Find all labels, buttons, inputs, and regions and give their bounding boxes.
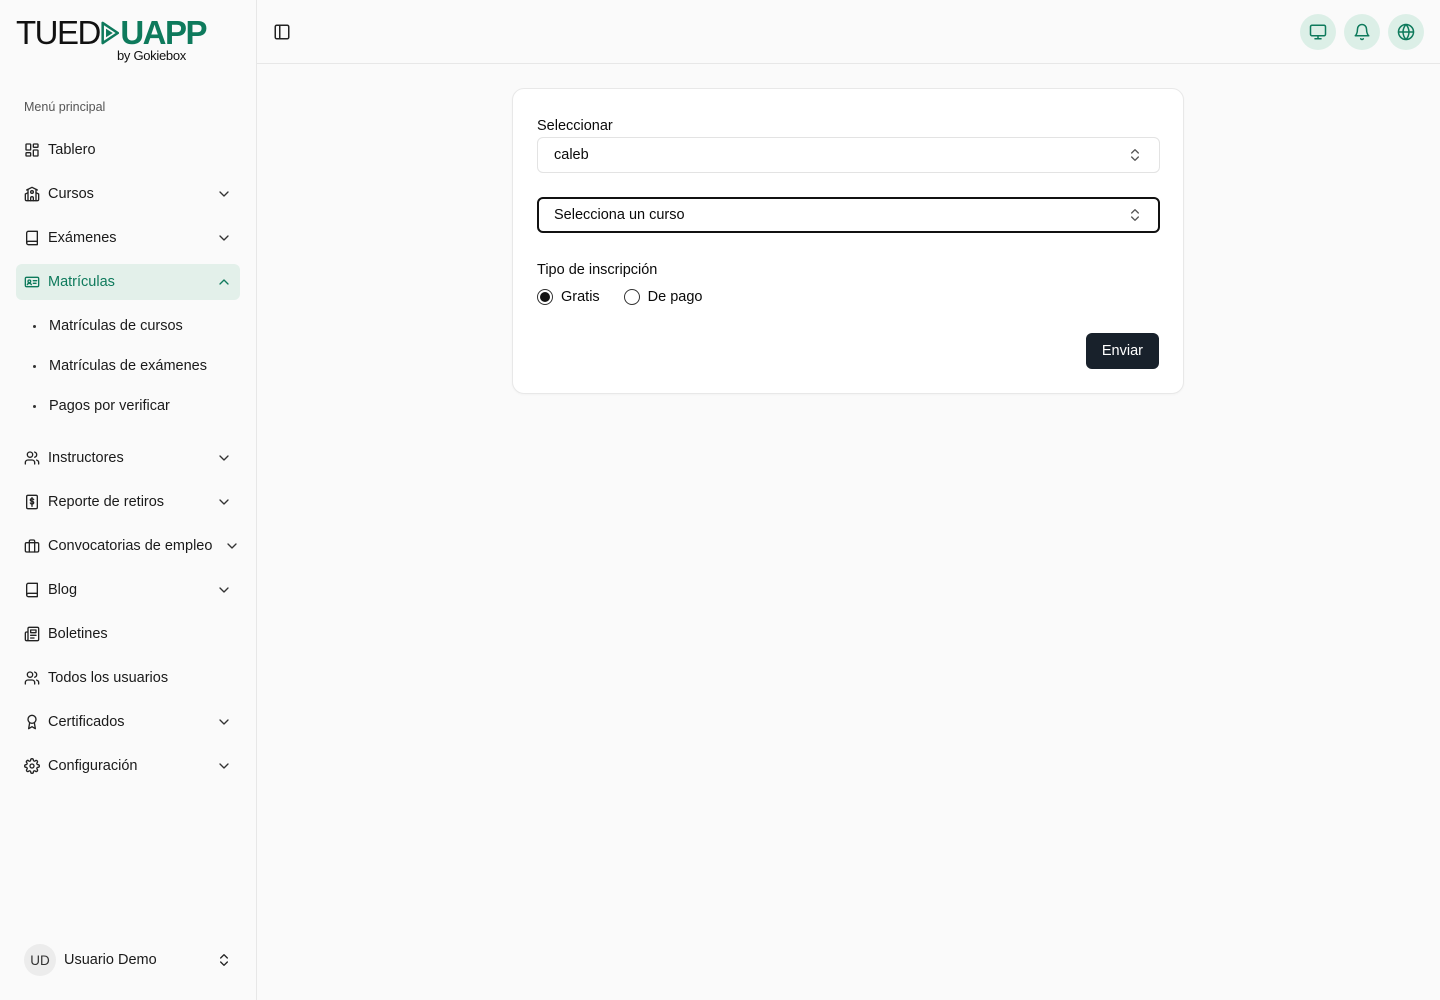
- sidebar-subitem-pagos-verificar[interactable]: Pagos por verificar: [28, 390, 240, 422]
- sidebar-item-label: Blog: [48, 582, 78, 598]
- sidebar-subitem-label: Matrículas de exámenes: [49, 358, 207, 374]
- sidebar-item-label: Cursos: [48, 186, 94, 202]
- chevron-down-icon: [219, 455, 229, 461]
- user-select[interactable]: caleb: [537, 137, 1160, 173]
- course-select-placeholder: Selecciona un curso: [554, 207, 685, 223]
- sidebar-item-label: Instructores: [48, 450, 124, 466]
- users-icon: [24, 670, 40, 686]
- globe-icon: [1397, 23, 1415, 41]
- chevron-down-icon: [227, 543, 237, 549]
- user-menu[interactable]: UD Usuario Demo: [24, 944, 240, 976]
- monitor-icon: [1309, 24, 1327, 40]
- sidebar-item-label: Boletines: [48, 626, 108, 642]
- sidebar-item-blog[interactable]: Blog: [16, 572, 240, 608]
- enrollment-form-card: Seleccionar caleb Selecciona un curso Ti…: [512, 88, 1184, 394]
- sidebar-item-label: Configuración: [48, 758, 138, 774]
- monitor-button[interactable]: [1300, 14, 1336, 50]
- chevron-down-icon: [219, 763, 229, 769]
- chevron-down-icon: [219, 191, 229, 197]
- sidebar-item-label: Todos los usuarios: [48, 670, 169, 686]
- sidebar-item-reporte-retiros[interactable]: Reporte de retiros: [16, 484, 240, 520]
- sidebar-item-label: Tablero: [48, 142, 96, 158]
- user-select-value: caleb: [554, 147, 589, 163]
- enrollment-type-group: Gratis De pago: [537, 289, 727, 305]
- sidebar-toggle-icon[interactable]: [273, 23, 291, 41]
- book-icon: [24, 230, 40, 246]
- avatar: UD: [24, 944, 56, 976]
- sidebar-subitem-matriculas-cursos[interactable]: Matrículas de cursos: [28, 310, 240, 342]
- user-name: Usuario Demo: [64, 952, 157, 968]
- dashboard-icon: [24, 142, 40, 158]
- logo: TUED UAPP by Gokiebox: [16, 14, 207, 66]
- radio-circle-checked[interactable]: [537, 289, 553, 305]
- award-icon: [24, 714, 40, 730]
- sidebar-item-matriculas[interactable]: Matrículas: [16, 264, 240, 300]
- book-icon: [24, 582, 40, 598]
- sidebar-item-label: Certificados: [48, 714, 125, 730]
- chevron-down-icon: [219, 499, 229, 505]
- radio-label: De pago: [647, 289, 703, 305]
- language-button[interactable]: [1388, 14, 1424, 50]
- chevron-down-icon: [219, 719, 229, 725]
- sidebar-item-label: Exámenes: [48, 230, 117, 246]
- sidebar-item-certificados[interactable]: Certificados: [16, 704, 240, 740]
- course-select[interactable]: Selecciona un curso: [537, 197, 1160, 233]
- menu-title: Menú principal: [24, 100, 106, 114]
- notifications-button[interactable]: [1344, 14, 1380, 50]
- chevrons-up-down-icon: [220, 954, 228, 966]
- logo-subtitle: by Gokiebox: [117, 48, 186, 63]
- chevron-down-icon: [219, 587, 229, 593]
- logo-text-part1: TUED: [16, 14, 101, 51]
- sidebar-item-configuracion[interactable]: Configuración: [16, 748, 240, 784]
- select-user-label: Seleccionar: [537, 118, 613, 134]
- sidebar-subitem-label: Matrículas de cursos: [49, 318, 183, 334]
- radio-de-pago[interactable]: De pago: [623, 289, 703, 305]
- radio-label: Gratis: [561, 289, 600, 305]
- school-icon: [24, 186, 40, 202]
- gear-icon: [24, 758, 40, 774]
- submit-button[interactable]: Enviar: [1085, 333, 1159, 369]
- enrollment-type-label: Tipo de inscripción: [537, 262, 658, 278]
- sidebar-subitem-label: Pagos por verificar: [49, 398, 170, 414]
- sidebar-item-instructores[interactable]: Instructores: [16, 440, 240, 476]
- sidebar-item-label: Reporte de retiros: [48, 494, 165, 510]
- sidebar-item-todos-usuarios[interactable]: Todos los usuarios: [16, 660, 240, 696]
- sidebar-item-cursos[interactable]: Cursos: [16, 176, 240, 212]
- sidebar-item-convocatorias[interactable]: Convocatorias de empleo: [16, 528, 240, 564]
- radio-gratis[interactable]: Gratis: [537, 289, 600, 305]
- id-card-icon: [24, 274, 40, 290]
- logo-text-part2: UAPP: [120, 14, 207, 51]
- topbar: [257, 0, 1440, 64]
- dollar-receipt-icon: [24, 494, 40, 510]
- chevrons-up-down-icon: [1131, 149, 1139, 161]
- sidebar-item-boletines[interactable]: Boletines: [16, 616, 240, 652]
- briefcase-icon: [24, 538, 40, 554]
- sidebar-item-label: Convocatorias de empleo: [48, 538, 213, 554]
- chevron-down-icon: [219, 235, 229, 241]
- users-icon: [24, 450, 40, 466]
- newspaper-icon: [24, 626, 40, 642]
- radio-circle[interactable]: [623, 289, 640, 305]
- sidebar-item-label: Matrículas: [48, 274, 115, 290]
- sidebar-item-examenes[interactable]: Exámenes: [16, 220, 240, 256]
- sidebar: TUED UAPP by Gokiebox Menú principal Tab…: [0, 0, 257, 1000]
- sidebar-item-tablero[interactable]: Tablero: [16, 132, 240, 168]
- sidebar-subitem-matriculas-examenes[interactable]: Matrículas de exámenes: [28, 350, 240, 382]
- chevrons-up-down-icon: [1131, 209, 1139, 221]
- play-icon: [101, 21, 119, 45]
- chevron-up-icon: [219, 279, 229, 285]
- bell-icon: [1354, 23, 1370, 41]
